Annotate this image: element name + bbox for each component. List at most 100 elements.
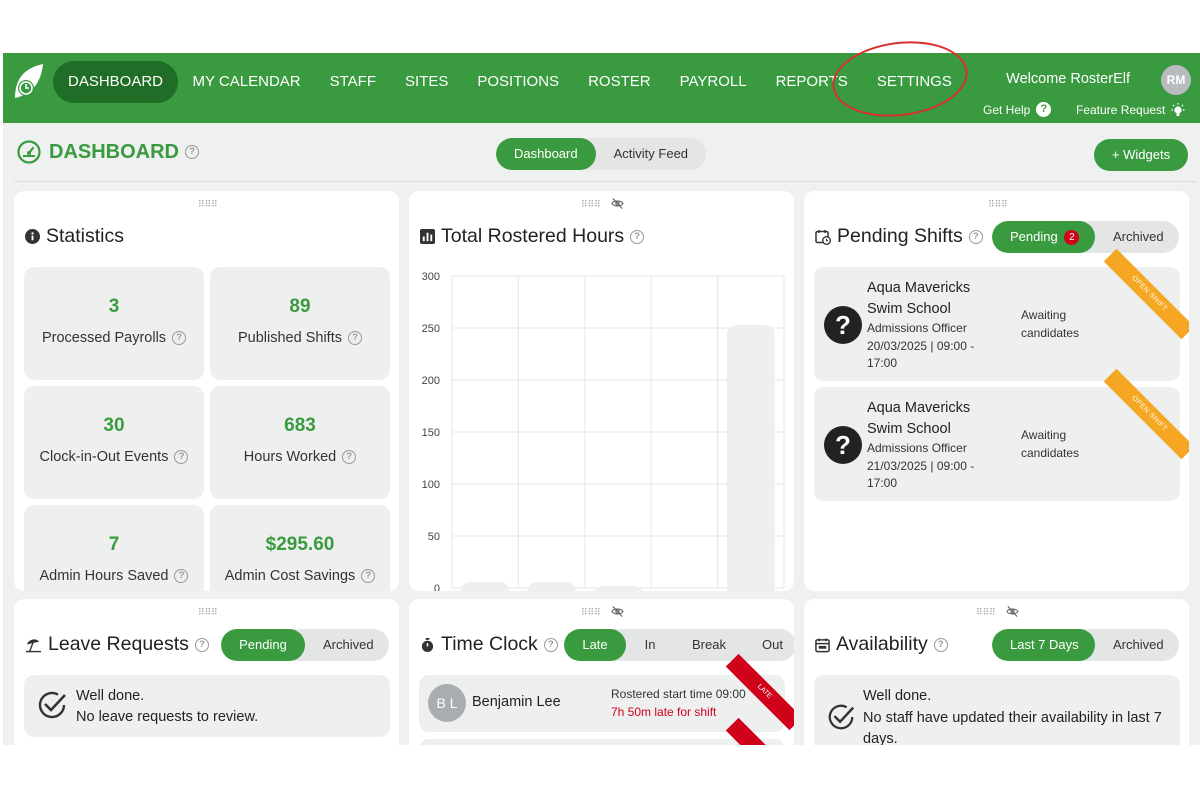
add-widgets-button[interactable]: + Widgets	[1094, 139, 1188, 171]
drag-handle[interactable]: ⠿⠿⠿	[581, 199, 601, 210]
question-circle-icon: ?	[824, 306, 862, 344]
info-icon	[25, 229, 40, 244]
shift-status: Awaiting candidates	[1021, 427, 1079, 462]
message-line: Well done.	[76, 688, 145, 704]
statistics-widget: ⠿⠿⠿ Statistics 3 Processed Payrolls? 89 …	[14, 191, 399, 591]
bar-chart-icon	[420, 229, 435, 244]
help-icon[interactable]: ?	[630, 229, 645, 244]
drag-handle[interactable]: ⠿⠿⠿	[581, 607, 601, 618]
stat-admin-hours-saved[interactable]: 7 Admin Hours Saved?	[24, 505, 204, 591]
stat-processed-payrolls[interactable]: 3 Processed Payrolls?	[24, 267, 204, 380]
drag-handle[interactable]: ⠿⠿⠿	[976, 607, 996, 618]
user-avatar[interactable]: RM	[1161, 65, 1191, 95]
shift-status: Awaiting candidates	[1021, 307, 1079, 342]
help-icon[interactable]: ?	[172, 331, 187, 346]
shift-position: Admissions Officer	[867, 441, 967, 455]
stat-label: Admin Cost Savings?	[210, 568, 390, 584]
help-icon[interactable]: ?	[933, 637, 948, 652]
nav-roster[interactable]: ROSTER	[574, 61, 666, 103]
stat-published-shifts[interactable]: 89 Published Shifts?	[210, 267, 390, 380]
tab-archived[interactable]: Archived	[305, 629, 389, 661]
y-tick-label: 250	[422, 323, 440, 335]
shift-status-line: candidates	[1021, 325, 1080, 340]
nav-my-calendar[interactable]: MY CALENDAR	[178, 61, 315, 103]
tab-archived[interactable]: Archived	[1095, 221, 1179, 253]
help-icon[interactable]: ?	[968, 229, 983, 244]
leave-requests-title: Leave Requests	[48, 633, 189, 655]
tab-out[interactable]: Out	[744, 629, 794, 661]
eye-slash-icon[interactable]	[611, 605, 624, 618]
shift-site-line: Aqua Mavericks	[867, 280, 971, 296]
help-icon[interactable]: ?	[194, 637, 209, 652]
help-icon[interactable]: ?	[347, 331, 362, 346]
tab-pending[interactable]: Pending 2	[992, 221, 1095, 253]
leave-empty-state: Well done. No leave requests to review.	[24, 675, 390, 737]
drag-handle[interactable]: ⠿⠿⠿	[198, 199, 218, 210]
stat-admin-cost-savings[interactable]: $295.60 Admin Cost Savings?	[210, 505, 390, 591]
eye-slash-icon[interactable]	[611, 197, 624, 210]
help-icon[interactable]: ?	[185, 145, 199, 159]
nav-payroll[interactable]: PAYROLL	[665, 61, 761, 103]
y-tick-label: 300	[422, 271, 440, 283]
nav-reports[interactable]: REPORTS	[761, 61, 862, 103]
stat-hours-worked[interactable]: 683 Hours Worked?	[210, 386, 390, 499]
shift-details: Admissions Officer 20/03/2025 | 09:00 - …	[867, 320, 974, 373]
tab-activity-feed[interactable]: Activity Feed	[596, 138, 706, 170]
shift-card[interactable]: ? Aqua Mavericks Swim School Admissions …	[814, 368, 1189, 501]
help-icon[interactable]: ?	[543, 637, 558, 652]
eye-slash-icon[interactable]	[1006, 605, 1019, 618]
tab-late[interactable]: Late	[564, 629, 626, 661]
check-circle-icon	[38, 691, 66, 719]
feature-request-label: Feature Request	[1076, 103, 1166, 117]
help-icon[interactable]: ?	[174, 569, 189, 584]
tab-break[interactable]: Break	[674, 629, 744, 661]
chart-bar	[726, 324, 775, 591]
tab-pending[interactable]: Pending	[221, 629, 305, 661]
help-icon[interactable]: ?	[361, 569, 376, 584]
stat-label-text: Admin Hours Saved	[39, 568, 169, 584]
staff-name: Benjamin Lee	[472, 694, 561, 710]
y-tick-label: 50	[428, 531, 440, 543]
time-clock-entry[interactable]: B L Benjamin Lee Rostered start time 09:…	[419, 653, 794, 732]
availability-title-row: Availability ?	[815, 633, 948, 656]
tab-in[interactable]: In	[626, 629, 674, 661]
feature-request-link[interactable]: Feature Request	[1076, 102, 1187, 118]
stat-value: 89	[289, 296, 311, 317]
nav-settings[interactable]: SETTINGS	[862, 61, 966, 103]
availability-title: Availability	[836, 633, 928, 655]
tab-dashboard[interactable]: Dashboard	[496, 138, 596, 170]
stat-clock-in-out-events[interactable]: 30 Clock-in-Out Events?	[24, 386, 204, 499]
nav-dashboard[interactable]: DASHBOARD	[53, 61, 179, 103]
tab-archived[interactable]: Archived	[1095, 629, 1179, 661]
message-line: No leave requests to review.	[76, 709, 259, 725]
stat-label: Processed Payrolls?	[24, 330, 204, 346]
get-help-link[interactable]: Get Help ?	[983, 102, 1052, 117]
calendar-clock-icon	[815, 229, 831, 245]
availability-toggle: Last 7 Days Archived	[992, 629, 1179, 661]
rosterelf-logo-icon[interactable]	[11, 62, 45, 102]
help-icon[interactable]: ?	[174, 450, 189, 465]
avatar: B L	[428, 684, 466, 722]
help-icon[interactable]: ?	[342, 450, 357, 465]
shift-card[interactable]: ? Aqua Mavericks Swim School Admissions …	[814, 248, 1189, 381]
chart-bar	[461, 581, 510, 591]
leave-requests-toggle: Pending Archived	[221, 629, 389, 661]
tab-last-7-days[interactable]: Last 7 Days	[992, 629, 1095, 661]
speedometer-icon	[17, 140, 41, 164]
pending-count-badge: 2	[1064, 230, 1080, 245]
shift-time: 17:00	[867, 356, 898, 370]
nav-sites[interactable]: SITES	[391, 61, 463, 103]
message-line: No staff have updated their availability…	[863, 709, 1162, 726]
rostered-hours-widget: ⠿⠿⠿ Total Rostered Hours ? 300 250 200 150 1…	[409, 191, 794, 591]
stat-value: $295.60	[265, 534, 335, 555]
time-clock-entry[interactable]	[419, 717, 794, 745]
open-shift-ribbon: OPEN SHIFT	[1103, 368, 1189, 460]
nav-positions[interactable]: POSITIONS	[463, 61, 574, 103]
shift-status-line: Awaiting	[1021, 308, 1067, 322]
leave-requests-title-row: Leave Requests ?	[25, 633, 209, 656]
drag-handle[interactable]: ⠿⠿⠿	[988, 199, 1008, 210]
nav-staff[interactable]: STAFF	[315, 61, 390, 103]
open-shift-ribbon: OPEN SHIFT	[1103, 248, 1189, 340]
drag-handle[interactable]: ⠿⠿⠿	[198, 607, 218, 618]
message-line: Well done.	[863, 688, 932, 704]
